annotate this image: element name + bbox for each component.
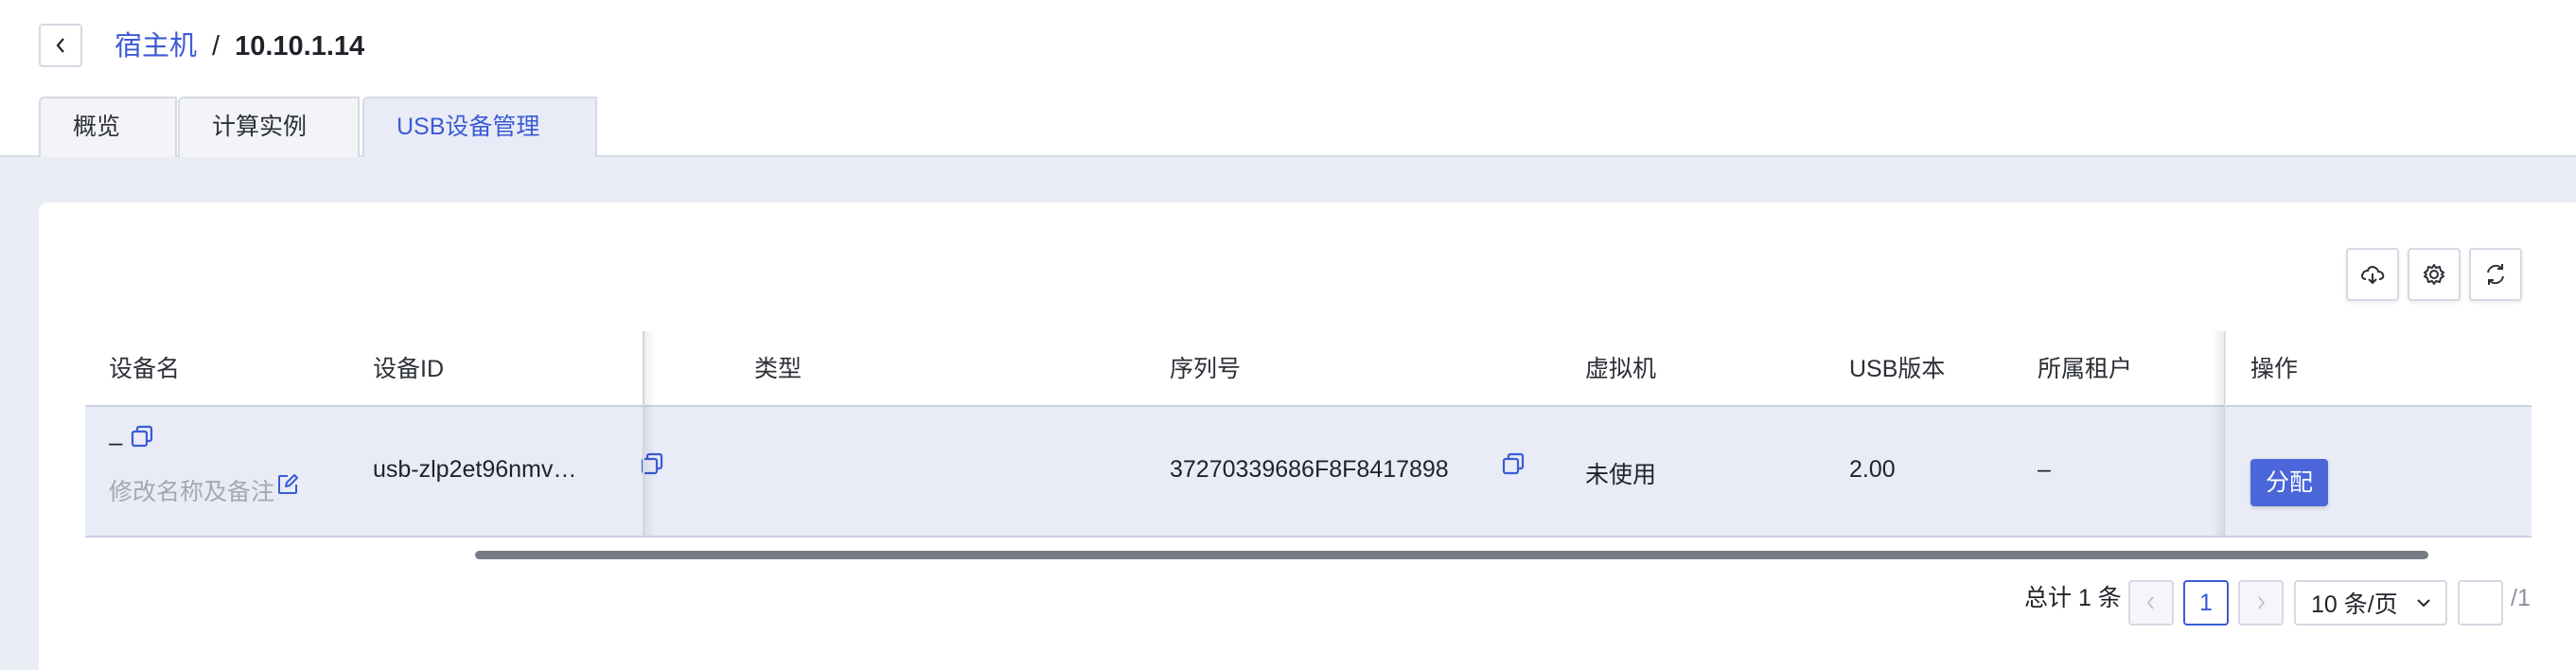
edit-name-note-link[interactable]: 修改名称及备注 — [109, 473, 274, 507]
pagination-total: 总计 1 条 — [2024, 585, 2122, 611]
page-size-select[interactable]: 10 条/页 — [2294, 580, 2447, 626]
page-size-label: 10 条/页 — [2311, 591, 2398, 618]
assign-button[interactable]: 分配 — [2250, 459, 2328, 506]
tab-compute-instances[interactable]: 计算实例 — [178, 97, 360, 157]
column-header-usb-version: USB版本 — [1849, 356, 1946, 382]
tenant-value: – — [2038, 456, 2051, 483]
tab-label: 计算实例 — [212, 114, 308, 140]
breadcrumb-parent-link[interactable]: 宿主机 — [115, 26, 197, 66]
column-header-actions: 操作 — [2250, 356, 2299, 382]
fixed-column-shadow-right — [2212, 331, 2225, 536]
column-header-vm: 虚拟机 — [1585, 356, 1657, 382]
page-number-1[interactable]: 1 — [2183, 580, 2229, 626]
serial-value: 37270339686F8F8417898 — [1170, 456, 1449, 483]
copy-icon[interactable] — [130, 424, 154, 449]
vm-value: 未使用 — [1585, 462, 1657, 488]
tab-usb-device-management[interactable]: USB设备管理 — [362, 97, 597, 157]
copy-icon[interactable] — [1501, 451, 1526, 476]
breadcrumb-separator: / — [212, 31, 221, 62]
chevron-down-icon — [2417, 599, 2430, 608]
settings-button[interactable] — [2408, 248, 2461, 301]
page-header: 宿主机 / 10.10.1.14 概览 计算实例 USB设备管理 — [0, 0, 2576, 157]
device-id-value: usb-zlp2et96nmv… — [373, 456, 577, 483]
prev-page-button[interactable] — [2128, 580, 2174, 626]
refresh-button[interactable] — [2469, 248, 2522, 301]
tab-label: USB设备管理 — [397, 114, 540, 140]
content-card: 设备名 设备ID 类型 序列号 虚拟机 USB版本 所属租户 操作 – 修改名称… — [39, 203, 2576, 670]
cloud-download-icon — [2361, 266, 2385, 285]
refresh-icon — [2487, 264, 2504, 285]
chevron-right-icon — [2258, 596, 2266, 609]
column-header-device-id: 设备ID — [373, 356, 445, 382]
tab-overview[interactable]: 概览 — [39, 97, 177, 157]
fixed-column-shadow-left — [643, 331, 656, 536]
column-header-device-name: 设备名 — [109, 356, 181, 382]
back-button[interactable] — [39, 24, 82, 67]
breadcrumb: 宿主机 / 10.10.1.14 — [115, 26, 364, 66]
horizontal-scrollbar[interactable] — [475, 551, 2428, 559]
total-pages-label: /1 — [2511, 585, 2531, 611]
table-row: – 修改名称及备注 usb-zlp2et96nmv… 37270339686F8… — [85, 407, 2532, 538]
device-name-value: – — [109, 428, 123, 456]
next-page-button[interactable] — [2238, 580, 2284, 626]
chevron-left-icon — [56, 38, 64, 53]
column-header-tenant: 所属租户 — [2038, 356, 2133, 382]
breadcrumb-current: 10.10.1.14 — [235, 31, 365, 62]
page-jump-input[interactable] — [2458, 580, 2503, 626]
column-header-serial: 序列号 — [1170, 356, 1242, 382]
tab-label: 概览 — [73, 114, 121, 140]
column-header-type: 类型 — [754, 356, 803, 382]
gear-icon — [2424, 264, 2444, 285]
table-header: 设备名 设备ID 类型 序列号 虚拟机 USB版本 所属租户 操作 — [85, 331, 2532, 407]
export-button[interactable] — [2346, 248, 2399, 301]
chevron-left-icon — [2146, 596, 2154, 609]
edit-icon[interactable] — [276, 473, 299, 496]
usb-version-value: 2.00 — [1849, 456, 1896, 483]
